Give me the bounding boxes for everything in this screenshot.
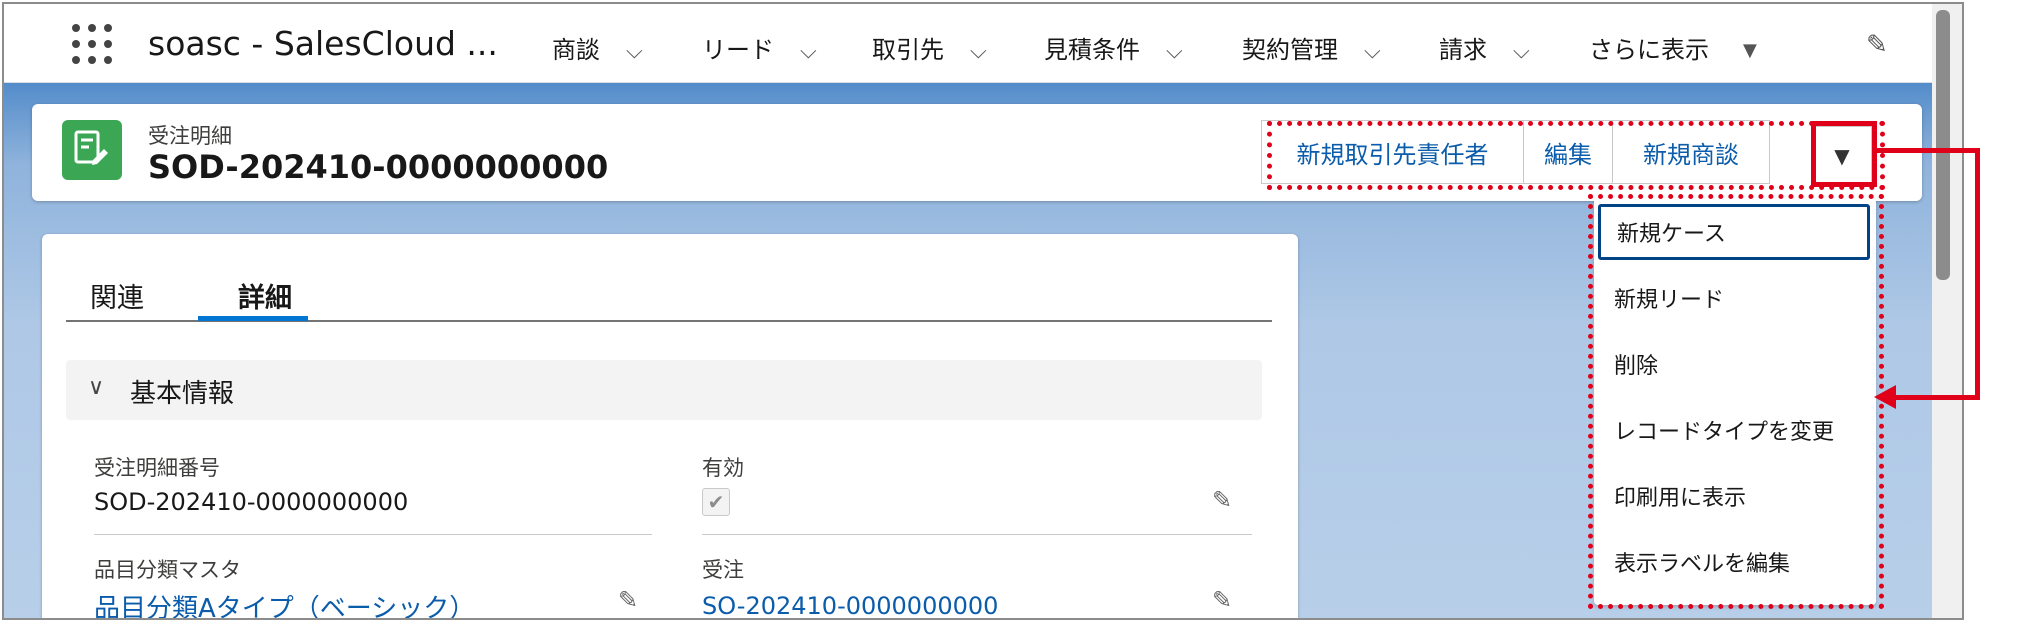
chevron-down-icon[interactable]: ⌵	[800, 39, 817, 64]
annotation-menu-highlight	[1588, 194, 1884, 609]
app-window: soasc - SalesCloud ... 商談 ⌵ リード ⌵ 取引先 ⌵ 見積条…	[2, 2, 1964, 620]
detail-card: 関連 詳細 ∨ 基本情報 受注明細番号 SOD-202410-000000000…	[42, 234, 1298, 618]
chevron-down-icon[interactable]: ⌵	[626, 39, 643, 64]
app-title: soasc - SalesCloud ...	[148, 24, 498, 63]
chevron-down-icon[interactable]: ⌵	[1513, 39, 1530, 64]
checkmark-icon: ✔	[707, 490, 725, 514]
section-header[interactable]: ∨ 基本情報	[66, 360, 1262, 420]
nav-more-menu[interactable]: さらに表示 ▼	[1589, 30, 1757, 65]
field-label-category-master: 品目分類マスタ	[94, 558, 241, 582]
field-label-active: 有効	[702, 456, 744, 480]
field-value-line-number: SOD-202410-0000000000	[94, 488, 409, 516]
nav-item-label: 契約管理	[1242, 36, 1338, 64]
active-checkbox: ✔	[702, 488, 730, 516]
record-type-label: 受注明細	[148, 124, 232, 148]
field-label-line-number: 受注明細番号	[94, 456, 220, 480]
annotation-arrow-icon	[1874, 385, 1896, 409]
record-name: SOD-202410-0000000000	[148, 148, 609, 186]
tab-related[interactable]: 関連	[90, 276, 144, 315]
nav-item-accounts[interactable]: 取引先 ⌵	[872, 30, 987, 65]
pencil-icon[interactable]: ✎	[1212, 486, 1232, 514]
nav-item-label: 取引先	[872, 36, 944, 64]
nav-item-label: リード	[702, 36, 774, 64]
nav-item-contracts[interactable]: 契約管理 ⌵	[1242, 30, 1381, 65]
field-label-order: 受注	[702, 558, 744, 582]
annotation-actions-highlight	[1267, 121, 1885, 190]
top-navigation: soasc - SalesCloud ... 商談 ⌵ リード ⌵ 取引先 ⌵ 見積条…	[4, 4, 1962, 83]
chevron-down-icon[interactable]: ⌵	[970, 39, 987, 64]
nav-item-label: 請求	[1439, 36, 1487, 64]
section-title: 基本情報	[130, 379, 235, 409]
annotation-connector-line	[1892, 395, 1980, 400]
pencil-icon[interactable]: ✎	[1212, 586, 1232, 614]
field-link-category-master[interactable]: 品目分類Aタイプ（ベーシック）	[94, 588, 475, 618]
nav-item-opportunities[interactable]: 商談 ⌵	[552, 30, 643, 65]
field-divider	[94, 534, 652, 535]
chevron-down-icon[interactable]: ∨	[88, 375, 104, 400]
nav-more-label: さらに表示	[1589, 36, 1709, 64]
caret-down-icon: ▼	[1743, 40, 1757, 61]
nav-item-quote-terms[interactable]: 見積条件 ⌵	[1044, 30, 1183, 65]
order-line-icon	[62, 120, 122, 180]
nav-item-billing[interactable]: 請求 ⌵	[1439, 30, 1530, 65]
app-launcher-icon[interactable]	[72, 24, 112, 64]
annotation-connector-line	[1874, 148, 1980, 153]
chevron-down-icon[interactable]: ⌵	[1166, 39, 1183, 64]
scrollbar-thumb[interactable]	[1936, 10, 1950, 280]
record-tabs: 関連 詳細	[66, 262, 1272, 322]
nav-item-label: 商談	[552, 36, 600, 64]
pencil-icon[interactable]: ✎	[1866, 30, 1888, 60]
active-tab-indicator	[198, 316, 308, 321]
annotation-dropdown-highlight	[1811, 121, 1877, 187]
pencil-icon[interactable]: ✎	[618, 586, 638, 614]
nav-item-label: 見積条件	[1044, 36, 1140, 64]
tab-details[interactable]: 詳細	[238, 276, 292, 315]
field-link-order[interactable]: SO-202410-0000000000	[702, 592, 998, 618]
nav-item-leads[interactable]: リード ⌵	[702, 30, 817, 65]
field-divider	[702, 534, 1252, 535]
vertical-scrollbar[interactable]	[1932, 4, 1962, 618]
chevron-down-icon[interactable]: ⌵	[1364, 39, 1381, 64]
annotation-connector-line	[1975, 148, 1980, 400]
